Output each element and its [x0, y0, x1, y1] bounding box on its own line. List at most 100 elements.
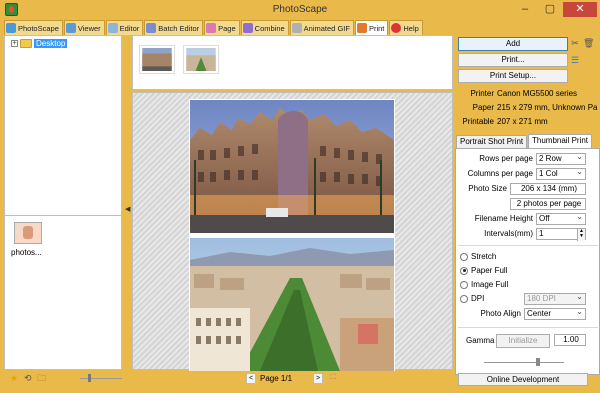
preview-photo-2[interactable]: [190, 238, 394, 371]
previous-page-button[interactable]: <: [246, 373, 256, 384]
page-indicator: Page 1/1: [260, 374, 293, 383]
left-toolbar: ★ ⟲ 🗀: [4, 372, 128, 386]
tab-label: Page: [218, 23, 236, 33]
add-button[interactable]: Add: [458, 37, 568, 51]
stretch-option[interactable]: Stretch: [460, 252, 496, 261]
fit-view-icon[interactable]: ⛶: [328, 373, 338, 384]
tab-viewer[interactable]: Viewer: [63, 20, 105, 35]
printable-value: 207 x 271 mm: [497, 117, 548, 126]
barcelona-view-photo: [190, 238, 394, 371]
tree-item-desktop[interactable]: + Desktop: [11, 39, 68, 48]
option-label: Image Full: [471, 280, 509, 289]
filename-height-select[interactable]: Off: [536, 212, 586, 225]
tab-combine[interactable]: Combine: [240, 20, 289, 35]
printable-label: Printable: [462, 117, 494, 126]
photoscape-icon: [6, 23, 16, 33]
radio-indicator[interactable]: [460, 280, 468, 289]
print-preview: [132, 92, 453, 371]
open-folder-icon[interactable]: 🗀: [37, 373, 47, 383]
gamma-label: Gamma: [466, 336, 495, 345]
paper-value: 215 x 279 mm, Unknown Pa: [497, 103, 598, 112]
casa-batllo-thumbnail: [142, 48, 172, 71]
slider-handle[interactable]: [88, 374, 91, 382]
refresh-icon[interactable]: ⟲: [24, 373, 34, 383]
thumbnail-size-slider[interactable]: [80, 378, 122, 379]
tab-editor[interactable]: Editor: [105, 20, 144, 35]
online-development-button[interactable]: Online Development: [458, 373, 588, 386]
page-icon: [206, 23, 217, 33]
print-setup-button[interactable]: Print Setup...: [458, 69, 568, 83]
viewer-icon: [65, 23, 76, 33]
printer-info: Printer Canon MG5500 series: [455, 89, 600, 102]
folder-panel: + Desktop: [4, 35, 122, 370]
app-window: PhotoScape – ▢ ✕ PhotoScape Viewer Edito…: [0, 0, 600, 393]
expand-icon[interactable]: +: [11, 40, 18, 47]
filename-height-label: Filename Height: [474, 214, 533, 223]
panel-divider[interactable]: [4, 215, 122, 216]
preview-photo-1[interactable]: [190, 100, 394, 233]
tree-label: Desktop: [34, 39, 68, 48]
help-icon: [391, 23, 402, 33]
title-bar: PhotoScape – ▢ ✕: [0, 0, 600, 20]
collapse-arrow-icon[interactable]: ◀: [125, 205, 130, 213]
vertical-splitter[interactable]: ◀: [123, 35, 131, 370]
radio-indicator[interactable]: [460, 294, 468, 303]
next-page-button[interactable]: >: [313, 373, 323, 384]
columns-select[interactable]: 1 Col: [536, 167, 586, 180]
maximize-button[interactable]: ▢: [538, 2, 562, 17]
radio-indicator[interactable]: [460, 252, 468, 261]
gamma-slider-handle[interactable]: [536, 358, 540, 366]
printer-label: Printer: [470, 89, 494, 98]
window-title: PhotoScape: [272, 4, 328, 15]
tab-label: Editor: [119, 23, 140, 33]
tab-animated-gif[interactable]: Animated GIF: [289, 20, 354, 35]
tab-photoscape[interactable]: PhotoScape: [4, 20, 63, 35]
dpi-option[interactable]: DPI: [460, 294, 484, 303]
close-button[interactable]: ✕: [563, 2, 597, 17]
paper-full-option[interactable]: Paper Full: [460, 266, 507, 275]
tab-label: Combine: [254, 23, 285, 33]
file-thumbnail[interactable]: [14, 222, 42, 244]
photo-align-select[interactable]: Center: [524, 307, 586, 320]
tab-label: Help: [403, 23, 419, 33]
rows-label: Rows per page: [479, 154, 533, 163]
tab-thumbnail-print[interactable]: Thumbnail Print: [528, 134, 593, 148]
initialize-button[interactable]: Initialize: [496, 334, 550, 348]
tab-label: Print: [368, 23, 385, 33]
animated-gif-icon: [291, 23, 302, 33]
trash-icon[interactable]: 🗑: [583, 38, 594, 48]
gamma-slider[interactable]: [484, 362, 564, 363]
folder-icon: [20, 39, 32, 48]
photo-align-label: Photo Align: [480, 309, 521, 318]
gamma-value[interactable]: 1.00: [554, 334, 586, 346]
tab-help[interactable]: Help: [389, 20, 423, 35]
editor-icon: [107, 23, 118, 33]
tab-batch-editor[interactable]: Batch Editor: [144, 20, 204, 35]
dpi-select[interactable]: 180 DPI: [524, 292, 586, 305]
photo-size-value: 206 x 134 (mm): [510, 183, 586, 195]
added-photo-thumbnail[interactable]: [183, 45, 219, 74]
rows-select[interactable]: 2 Row: [536, 152, 586, 165]
radio-indicator[interactable]: [460, 266, 468, 275]
intervals-spinner[interactable]: ▲ ▼: [577, 229, 585, 241]
tab-label: PhotoScape: [18, 23, 59, 33]
tab-page[interactable]: Page: [204, 20, 240, 35]
list-icon[interactable]: ☰: [570, 55, 580, 65]
remove-icon[interactable]: ✂: [570, 38, 580, 48]
added-photo-thumbnail[interactable]: [139, 45, 175, 74]
tab-portrait-shot-print[interactable]: Portrait Shot Print: [456, 135, 528, 148]
preview-page: [189, 99, 395, 371]
divider: [458, 327, 598, 328]
photo-size-label: Photo Size: [468, 184, 507, 193]
tab-print[interactable]: Print: [354, 20, 389, 35]
main-tab-bar: PhotoScape Viewer Editor Batch Editor Pa…: [4, 20, 424, 35]
image-full-option[interactable]: Image Full: [460, 280, 508, 289]
printer-value: Canon MG5500 series: [497, 89, 578, 98]
print-button[interactable]: Print...: [458, 53, 568, 67]
option-label: Paper Full: [471, 266, 508, 275]
batch-editor-icon: [146, 23, 157, 33]
print-icon: [356, 23, 367, 33]
minimize-button[interactable]: –: [513, 2, 537, 17]
intervals-input[interactable]: 1 ▲ ▼: [536, 228, 586, 241]
favorite-icon[interactable]: ★: [10, 373, 20, 383]
